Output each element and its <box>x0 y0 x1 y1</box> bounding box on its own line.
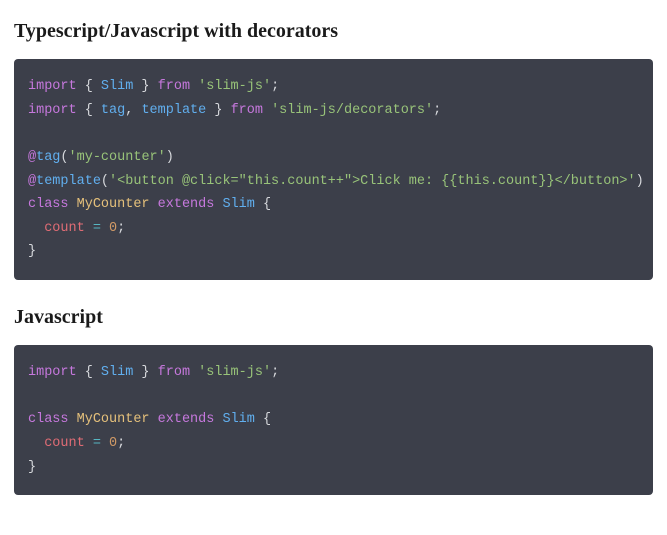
code-token: import <box>28 365 77 380</box>
code-token: @ <box>28 174 36 189</box>
code-token: ; <box>117 221 125 236</box>
code-token: ; <box>271 365 279 380</box>
section-heading-ts: Typescript/Javascript with decorators <box>14 20 653 43</box>
code-token: ) <box>166 150 174 165</box>
code-token: 0 <box>109 436 117 451</box>
section-heading-js: Javascript <box>14 306 653 329</box>
code-token: import <box>28 103 77 118</box>
code-token: 'slim-js' <box>198 365 271 380</box>
code-token: template <box>141 103 206 118</box>
code-block-js: import { Slim } from 'slim-js'; class My… <box>14 345 653 495</box>
code-token: MyCounter <box>77 412 150 427</box>
code-token: template <box>36 174 101 189</box>
code-token: = <box>93 221 101 236</box>
code-token: Slim <box>101 365 133 380</box>
code-token: 'my-counter' <box>69 150 166 165</box>
code-token: = <box>93 436 101 451</box>
code-token: count <box>44 221 85 236</box>
code-token: MyCounter <box>77 197 150 212</box>
code-token: '<button @click="this.count++">Click me:… <box>109 174 636 189</box>
code-token: Slim <box>222 197 254 212</box>
code-token: from <box>231 103 263 118</box>
code-token: count <box>44 436 85 451</box>
code-token: from <box>158 79 190 94</box>
code-token: class <box>28 412 69 427</box>
code-token: } <box>133 365 149 380</box>
code-token: extends <box>158 412 215 427</box>
code-token: , <box>125 103 141 118</box>
code-token: } <box>28 460 36 475</box>
code-token: } <box>206 103 222 118</box>
code-token: Slim <box>101 79 133 94</box>
code-token: ; <box>271 79 279 94</box>
code-token: Slim <box>222 412 254 427</box>
code-token: 0 <box>109 221 117 236</box>
code-token: ; <box>433 103 441 118</box>
code-token: } <box>133 79 149 94</box>
code-token: ( <box>101 174 109 189</box>
code-token: from <box>158 365 190 380</box>
code-token: { <box>263 412 271 427</box>
code-token: import <box>28 79 77 94</box>
code-token: extends <box>158 197 215 212</box>
code-token: ( <box>60 150 68 165</box>
code-token: { <box>85 103 101 118</box>
code-token: 'slim-js/decorators' <box>271 103 433 118</box>
code-token: } <box>28 244 36 259</box>
code-token: { <box>263 197 271 212</box>
code-token: { <box>85 79 101 94</box>
code-token: { <box>85 365 101 380</box>
code-block-ts: import { Slim } from 'slim-js'; import {… <box>14 59 653 280</box>
code-token: tag <box>101 103 125 118</box>
code-token: class <box>28 197 69 212</box>
code-token: ; <box>117 436 125 451</box>
code-token: tag <box>36 150 60 165</box>
code-token: ) <box>636 174 644 189</box>
code-token: @ <box>28 150 36 165</box>
code-token: 'slim-js' <box>198 79 271 94</box>
